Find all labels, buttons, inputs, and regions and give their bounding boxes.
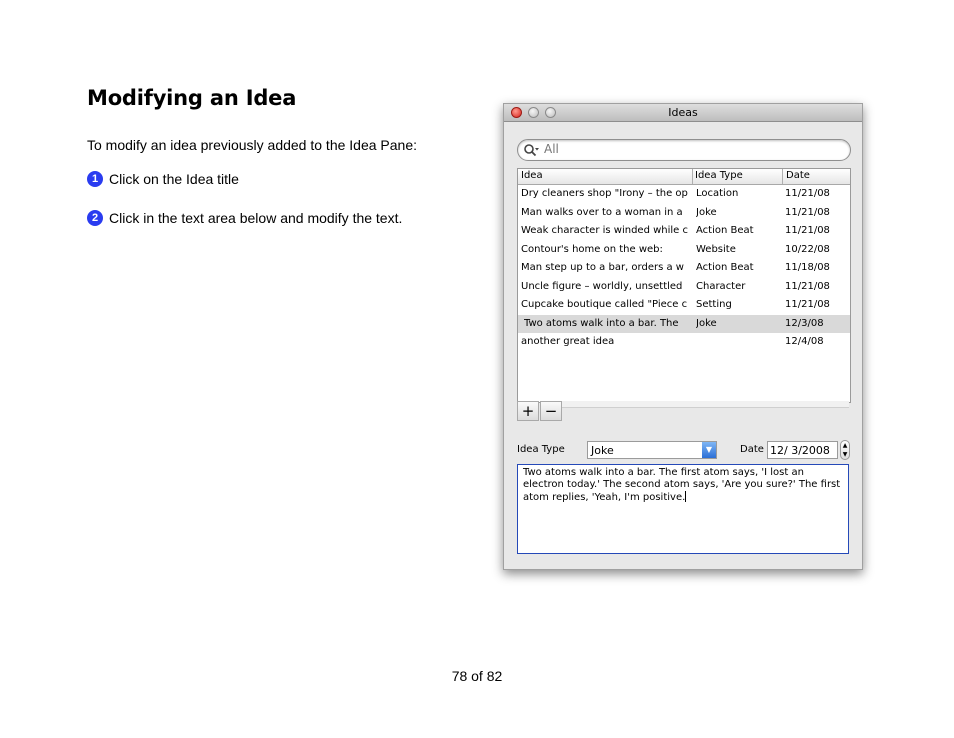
cell-type: Website (696, 243, 736, 255)
cell-date: 11/18/08 (785, 262, 830, 273)
idea-type-select[interactable]: Joke ▼ (587, 441, 717, 459)
column-header-idea[interactable]: Idea (521, 170, 543, 181)
column-header-date[interactable]: Date (786, 170, 810, 181)
table-row[interactable]: Man step up to a bar, orders a w Action B… (518, 259, 850, 277)
remove-idea-button[interactable]: − (540, 401, 562, 421)
cell-type: Joke (696, 317, 717, 329)
idea-type-value: Joke (591, 444, 614, 457)
step-1: 1 Click on the Idea title (87, 171, 239, 187)
search-field[interactable] (517, 139, 851, 161)
cell-date: 12/3/08 (785, 317, 824, 329)
step-2: 2 Click in the text area below and modif… (87, 210, 402, 226)
ideas-window: Ideas Idea Idea Type Date Dry cleaners s… (503, 103, 863, 570)
cell-idea: another great idea (521, 336, 615, 347)
idea-text-area[interactable]: Two atoms walk into a bar. The first ato… (517, 464, 849, 554)
cell-type: Action Beat (696, 262, 754, 273)
cell-date: 11/21/08 (785, 225, 830, 236)
date-stepper[interactable]: ▲ ▼ (840, 440, 850, 460)
cell-type: Joke (696, 206, 717, 218)
text-caret (685, 491, 687, 502)
step-text: Click on the Idea title (109, 171, 239, 187)
date-field[interactable]: 12/ 3/2008 (767, 441, 838, 459)
cell-date: 11/21/08 (785, 188, 830, 199)
cell-type: Character (696, 280, 746, 292)
table-row[interactable]: Contour's home on the web: Website 10/22/0… (518, 241, 850, 259)
ideas-table[interactable]: Idea Idea Type Date Dry cleaners shop "I… (517, 168, 851, 403)
cell-idea: Man step up to a bar, orders a w (521, 262, 684, 273)
idea-text-content: Two atoms walk into a bar. The first ato… (523, 467, 841, 503)
column-header-idea-type[interactable]: Idea Type (695, 170, 743, 181)
table-row[interactable]: Cupcake boutique called "Piece c Setting 1… (518, 296, 850, 314)
cell-idea: Contour's home on the web: (521, 243, 663, 255)
table-footer-bar (562, 401, 849, 408)
cell-idea: Weak character is winded while c (521, 225, 689, 236)
search-icon[interactable] (523, 142, 539, 158)
cell-date: 11/21/08 (785, 280, 830, 292)
idea-type-label: Idea Type (517, 444, 565, 455)
table-row[interactable]: Weak character is winded while c Action B… (518, 222, 850, 240)
cell-idea: Man walks over to a woman in a (521, 206, 683, 218)
dropdown-arrow-icon[interactable]: ▼ (702, 442, 716, 458)
cell-idea: Two atoms walk into a bar. The (524, 317, 679, 329)
table-row[interactable]: Dry cleaners shop "Irony – the op Locatio… (518, 185, 850, 203)
step-number-badge: 1 (87, 171, 103, 187)
cell-date: 10/22/08 (785, 243, 830, 255)
search-input[interactable] (544, 141, 834, 157)
cell-type: Action Beat (696, 225, 754, 236)
step-number-badge: 2 (87, 210, 103, 226)
table-row[interactable]: Man walks over to a woman in a Joke 11/21/… (518, 204, 850, 222)
table-header: Idea Idea Type Date (518, 169, 850, 185)
intro-text: To modify an idea previously added to th… (87, 137, 417, 153)
add-idea-button[interactable]: + (517, 401, 539, 421)
window-titlebar[interactable]: Ideas (504, 104, 862, 122)
cell-idea: Uncle figure – worldly, unsettled (521, 280, 683, 292)
page-title: Modifying an Idea (87, 86, 297, 110)
cell-type: Setting (696, 299, 732, 310)
table-row[interactable]: Uncle figure – worldly, unsettled Charact… (518, 278, 850, 296)
page-number: 78 of 82 (451, 668, 503, 684)
table-row[interactable]: another great idea 12/4/08 (518, 333, 850, 351)
cell-date: 11/21/08 (785, 299, 830, 310)
cell-date: 12/4/08 (785, 336, 824, 347)
window-title: Ideas (668, 106, 698, 119)
cell-idea: Cupcake boutique called "Piece c (521, 299, 688, 310)
step-text: Click in the text area below and modify … (109, 210, 403, 226)
table-row[interactable]: Two atoms walk into a bar. The Joke 12/3/0… (518, 314, 850, 333)
date-label: Date (740, 444, 764, 455)
cell-date: 11/21/08 (785, 206, 830, 218)
cell-idea: Dry cleaners shop "Irony – the op (521, 188, 688, 199)
cell-type: Location (696, 188, 739, 199)
